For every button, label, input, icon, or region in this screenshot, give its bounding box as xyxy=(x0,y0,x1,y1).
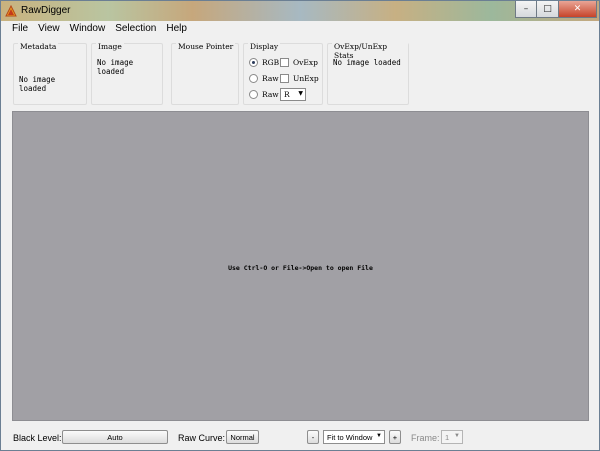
close-button[interactable]: ✕ xyxy=(559,1,597,18)
stats-panel: OvExp/UnExp Stats No image loaded xyxy=(327,42,409,105)
image-status: No image loaded xyxy=(97,58,134,76)
display-panel-title: Display xyxy=(248,42,281,51)
menu-bar: File View Window Selection Help xyxy=(1,21,599,37)
image-view[interactable]: Use Ctrl-O or File->Open to open File xyxy=(12,111,589,421)
minimize-button[interactable]: – xyxy=(515,1,537,18)
stats-status: No image loaded xyxy=(333,58,401,67)
window-controls: – □ ✕ xyxy=(515,1,597,19)
raw-curve-button[interactable]: Normal xyxy=(226,430,259,444)
frame-select-value: 1 xyxy=(445,433,450,442)
raw-channel-radio-label: Raw xyxy=(262,90,279,99)
black-level-button[interactable]: Auto xyxy=(62,430,168,444)
image-panel: Image No image loaded xyxy=(91,42,163,105)
chevron-down-icon: ▼ xyxy=(454,433,460,439)
mouse-pointer-panel: Mouse Pointer xyxy=(171,42,239,105)
zoom-in-button[interactable]: + xyxy=(389,430,401,444)
title-bar[interactable]: RawDigger – □ ✕ xyxy=(1,1,599,21)
rgb-radio-label: RGB xyxy=(262,58,280,67)
display-raw-option[interactable]: Raw xyxy=(249,74,279,83)
channel-select[interactable]: R ▼ xyxy=(280,88,306,101)
bottom-toolbar: Black Level: Auto Raw Curve: Normal - Fi… xyxy=(1,426,599,450)
unexp-option[interactable]: UnExp xyxy=(280,74,319,83)
rgb-radio[interactable] xyxy=(249,58,258,67)
image-panel-title: Image xyxy=(96,42,124,51)
metadata-panel: Metadata No image loaded xyxy=(13,42,87,105)
frame-label: Frame: xyxy=(411,433,440,443)
ovexp-option[interactable]: OvExp xyxy=(280,58,318,67)
mouse-pointer-panel-title: Mouse Pointer xyxy=(176,42,236,51)
ovexp-checkbox-label: OvExp xyxy=(293,58,318,67)
raw-curve-label: Raw Curve: xyxy=(178,433,226,443)
zoom-select[interactable]: Fit to Window ▼ xyxy=(323,430,385,444)
channel-select-value: R xyxy=(284,90,290,99)
display-rgb-option[interactable]: RGB xyxy=(249,58,279,67)
metadata-panel-title: Metadata xyxy=(18,42,59,51)
info-panels: Metadata No image loaded Image No image … xyxy=(1,37,599,109)
raw-radio-label: Raw xyxy=(262,74,279,83)
metadata-status: No image loaded xyxy=(19,75,56,93)
window-title: RawDigger xyxy=(21,5,71,16)
chevron-down-icon: ▼ xyxy=(298,90,303,97)
display-raw-channel-option[interactable]: Raw xyxy=(249,90,279,99)
open-file-hint: Use Ctrl-O or File->Open to open File xyxy=(228,264,373,272)
zoom-select-value: Fit to Window xyxy=(327,433,373,442)
unexp-checkbox-label: UnExp xyxy=(293,74,319,83)
black-level-label: Black Level: xyxy=(13,433,62,443)
menu-help[interactable]: Help xyxy=(161,21,192,37)
frame-select[interactable]: 1 ▼ xyxy=(441,430,463,444)
menu-selection[interactable]: Selection xyxy=(110,21,161,37)
app-window: RawDigger – □ ✕ File View Window Selecti… xyxy=(0,0,600,451)
unexp-checkbox[interactable] xyxy=(280,74,289,83)
rawdigger-logo-icon xyxy=(5,5,17,17)
raw-radio[interactable] xyxy=(249,74,258,83)
ovexp-checkbox[interactable] xyxy=(280,58,289,67)
raw-channel-radio[interactable] xyxy=(249,90,258,99)
maximize-button[interactable]: □ xyxy=(537,1,559,18)
zoom-out-button[interactable]: - xyxy=(307,430,319,444)
chevron-down-icon: ▼ xyxy=(376,433,382,439)
menu-window[interactable]: Window xyxy=(65,21,111,37)
display-panel: Display RGB Raw Raw OvExp UnExp R ▼ xyxy=(243,42,323,105)
menu-file[interactable]: File xyxy=(7,21,33,37)
menu-view[interactable]: View xyxy=(33,21,65,37)
